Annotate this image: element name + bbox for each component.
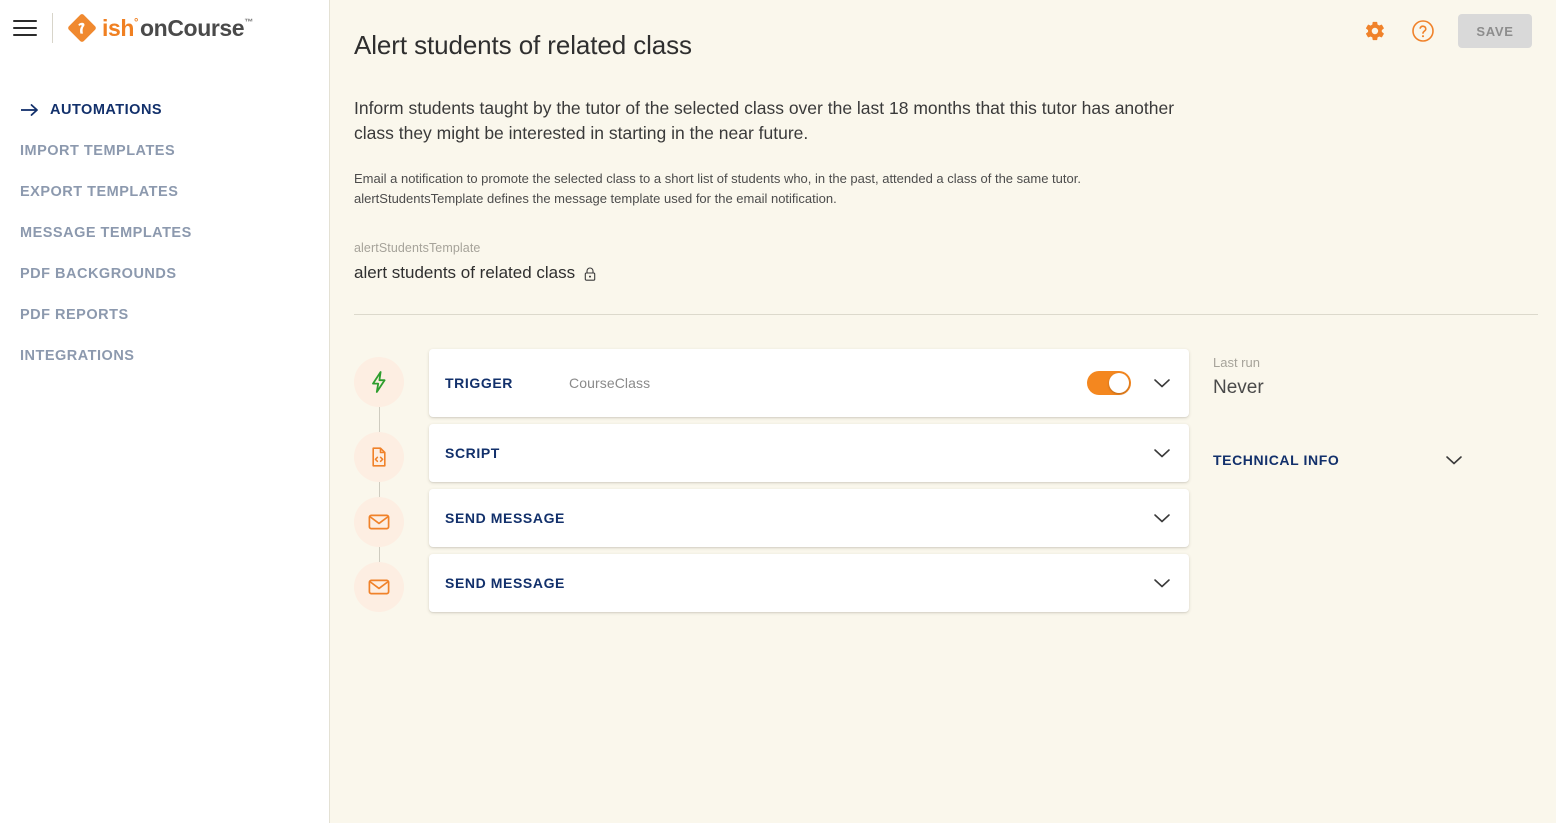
send-message-card[interactable]: SEND MESSAGE (429, 489, 1189, 548)
step-icon-column (354, 424, 404, 483)
trigger-enabled-toggle[interactable] (1087, 371, 1131, 396)
sidebar-item-integrations[interactable]: INTEGRATIONS (0, 335, 329, 376)
sidebar-item-label: IMPORT TEMPLATES (20, 142, 176, 159)
lock-icon (583, 266, 597, 282)
script-file-icon[interactable] (354, 432, 404, 483)
template-field-label: alertStudentsTemplate (354, 241, 481, 256)
trigger-card-title: TRIGGER (445, 375, 513, 392)
trigger-card-subtitle: CourseClass (568, 375, 651, 392)
workflow-step-send-message-1: SEND MESSAGE (354, 489, 1189, 548)
template-field-value-row[interactable]: alert students of related class (354, 263, 1538, 283)
technical-info-label: TECHNICAL INFO (1213, 452, 1340, 469)
content-divider (354, 314, 1538, 316)
main-content: SAVE Alert students of related class Inf… (330, 0, 1556, 823)
sidebar-header: ish ° onCourse ™ (0, 0, 329, 56)
send-message-card[interactable]: SEND MESSAGE (429, 554, 1189, 613)
lightning-bolt-icon[interactable] (354, 357, 404, 408)
page-content: Inform students taught by the tutor of t… (354, 96, 1538, 613)
hamburger-bar (13, 27, 37, 29)
header-divider (52, 13, 53, 43)
send-message-card-title: SEND MESSAGE (445, 510, 565, 527)
chevron-down-icon[interactable] (1445, 454, 1463, 466)
sidebar-item-label: PDF BACKGROUNDS (20, 265, 177, 282)
logo-degree-mark: ° (134, 16, 139, 29)
gear-icon[interactable] (1362, 18, 1388, 44)
sidebar-item-label: INTEGRATIONS (20, 347, 135, 364)
save-button[interactable]: SAVE (1458, 14, 1532, 48)
logo-ish-text: ish (102, 14, 135, 41)
workflow-steps: TRIGGER CourseClass SCRIPT SEND MESSAGE … (354, 349, 1189, 613)
chevron-down-icon[interactable] (1153, 512, 1171, 524)
sub-description-line-2: alertStudentsTemplate defines the messag… (354, 190, 837, 206)
toggle-knob (1109, 373, 1129, 394)
technical-info-toggle[interactable]: TECHNICAL INFO (1213, 452, 1463, 468)
sidebar-item-automations[interactable]: AUTOMATIONS (0, 89, 329, 130)
sidebar: ish ° onCourse ™ AUTOMATIONS IMPORT TEMPLAT… (0, 0, 330, 823)
workflow-step-trigger: TRIGGER CourseClass (354, 349, 1189, 418)
template-field-value: alert students of related class (354, 263, 576, 283)
chevron-down-icon[interactable] (1153, 577, 1171, 589)
app-root: ish ° onCourse ™ AUTOMATIONS IMPORT TEMPLAT… (0, 0, 1556, 823)
script-card[interactable]: SCRIPT (429, 424, 1189, 483)
workflow-step-script: SCRIPT (354, 424, 1189, 483)
step-icon-column (354, 554, 404, 613)
sidebar-item-import-templates[interactable]: IMPORT TEMPLATES (0, 130, 329, 171)
sidebar-item-label: EXPORT TEMPLATES (20, 183, 179, 200)
sidebar-item-export-templates[interactable]: EXPORT TEMPLATES (0, 171, 329, 212)
sidebar-item-label: PDF REPORTS (20, 306, 129, 323)
help-circle-icon[interactable] (1410, 18, 1436, 44)
workflow-side-panel: Last run Never TECHNICAL INFO (1213, 349, 1538, 612)
send-message-card-title: SEND MESSAGE (445, 575, 565, 592)
script-card-title: SCRIPT (445, 445, 500, 462)
page-lead-description: Inform students taught by the tutor of t… (354, 98, 1175, 144)
top-toolbar: SAVE (1362, 0, 1556, 62)
sub-description-line-1: Email a notification to promote the sele… (354, 170, 1081, 186)
logo-oncourse-text: onCourse (140, 14, 245, 41)
last-run-label: Last run (1213, 355, 1260, 371)
sidebar-item-label: MESSAGE TEMPLATES (20, 224, 192, 241)
sidebar-item-label: AUTOMATIONS (50, 101, 163, 118)
envelope-icon[interactable] (354, 497, 404, 548)
workflow-step-send-message-2: SEND MESSAGE (354, 554, 1189, 613)
workflow-area: TRIGGER CourseClass SCRIPT SEND MESSAGE … (354, 349, 1538, 613)
page-title: Alert students of related class (354, 30, 692, 60)
envelope-icon[interactable] (354, 562, 404, 613)
sidebar-item-pdf-backgrounds[interactable]: PDF BACKGROUNDS (0, 253, 329, 294)
arrow-right-icon (21, 103, 38, 116)
hamburger-bar (13, 34, 37, 36)
trigger-card[interactable]: TRIGGER CourseClass (429, 349, 1189, 418)
logo-tm-mark: ™ (244, 16, 253, 27)
template-field: alertStudentsTemplate alert students of … (354, 241, 1538, 283)
chevron-down-icon[interactable] (1153, 377, 1171, 389)
step-icon-column (354, 489, 404, 548)
sidebar-item-message-templates[interactable]: MESSAGE TEMPLATES (0, 212, 329, 253)
brand-logo[interactable]: ish ° onCourse ™ (67, 13, 253, 43)
brand-wordmark: ish ° onCourse ™ (102, 14, 253, 41)
hamburger-bar (13, 20, 37, 22)
ish-diamond-icon (67, 13, 97, 43)
sidebar-nav: AUTOMATIONS IMPORT TEMPLATES EXPORT TEMP… (0, 56, 329, 376)
chevron-down-icon[interactable] (1153, 447, 1171, 459)
sidebar-item-pdf-reports[interactable]: PDF REPORTS (0, 294, 329, 335)
step-icon-column (354, 349, 404, 408)
page-sub-description: Email a notification to promote the sele… (354, 169, 1254, 209)
last-run-value: Never (1213, 377, 1264, 399)
hamburger-icon[interactable] (12, 15, 38, 41)
